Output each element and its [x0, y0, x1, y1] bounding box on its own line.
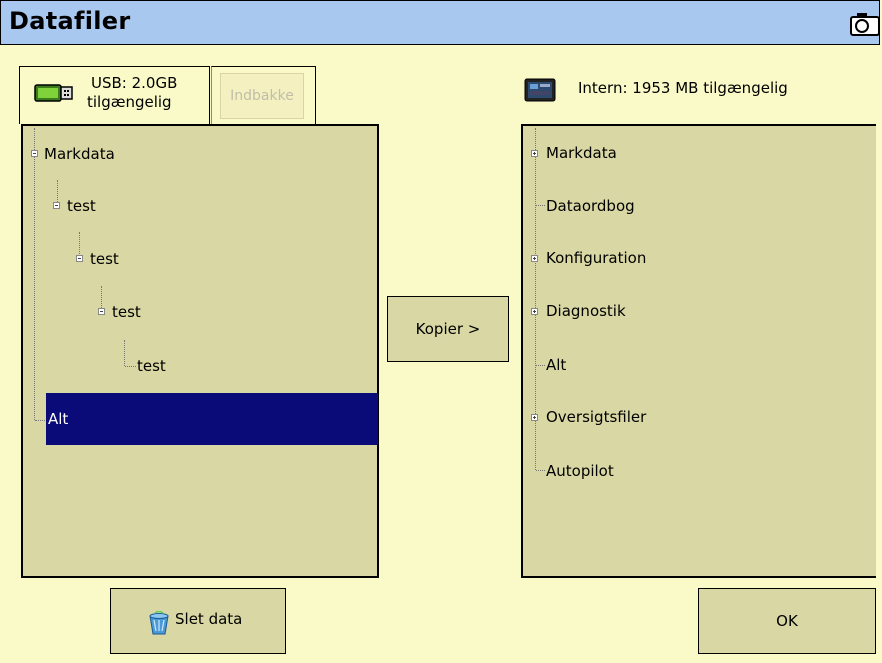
expand-icon[interactable] [531, 414, 538, 421]
delete-data-button[interactable]: Slet data [110, 588, 286, 654]
usb-file-tree[interactable] [21, 124, 379, 578]
expand-icon[interactable] [531, 150, 538, 157]
camera-icon[interactable] [847, 11, 879, 37]
title-bar: Datafiler [0, 0, 880, 45]
intern-storage-label: Intern: 1953 MB tilgængelig [578, 79, 788, 97]
selected-row-highlight[interactable] [46, 393, 378, 445]
tree-connector [536, 205, 545, 206]
tree-connector [34, 128, 35, 420]
tree-item-diagnostik[interactable]: Diagnostik [546, 301, 626, 321]
collapse-icon[interactable] [53, 202, 60, 209]
tree-item-autopilot[interactable]: Autopilot [546, 461, 614, 481]
collapse-icon[interactable] [98, 308, 105, 315]
window-title: Datafiler [9, 7, 131, 35]
internal-file-tree[interactable] [521, 124, 876, 578]
collapse-icon[interactable] [31, 150, 38, 157]
usb-stick-icon [34, 84, 73, 102]
usb-capacity-label: USB: 2.0GB tilgængelig [87, 74, 178, 112]
tree-connector [536, 365, 545, 366]
expand-icon[interactable] [531, 255, 538, 262]
display-unit-icon [524, 78, 556, 102]
trash-icon [149, 611, 169, 635]
tree-connector [124, 340, 125, 366]
copy-button[interactable]: Kopier > [387, 296, 509, 362]
usb-capacity-line1: USB: 2.0GB [91, 74, 178, 92]
tree-connector [35, 420, 45, 421]
tab-inbox-label: Indbakke [220, 73, 304, 119]
tree-connector [101, 286, 102, 310]
tree-connector [125, 366, 136, 367]
tree-item-alt[interactable]: Alt [546, 355, 566, 375]
tree-item-test[interactable]: test [112, 302, 141, 322]
ok-button[interactable]: OK [698, 588, 876, 654]
collapse-icon[interactable] [76, 255, 83, 262]
tree-connector [79, 232, 80, 256]
tree-item-markdata[interactable]: Markdata [546, 143, 617, 163]
tree-item-test[interactable]: test [137, 356, 166, 376]
tree-item-konfiguration[interactable]: Konfiguration [546, 248, 646, 268]
usb-capacity-line2: tilgængelig [87, 93, 172, 111]
tree-connector [57, 180, 58, 204]
tree-item-dataordbog[interactable]: Dataordbog [546, 196, 635, 216]
tree-item-oversigtsfiler[interactable]: Oversigtsfiler [546, 407, 646, 427]
tab-inbox[interactable]: Indbakke [211, 66, 316, 124]
tree-connector [536, 470, 545, 471]
tree-item-markdata[interactable]: Markdata [44, 144, 115, 164]
delete-data-label: Slet data [175, 610, 243, 628]
tab-usb[interactable]: USB: 2.0GB tilgængelig [19, 66, 210, 124]
tree-item-test[interactable]: test [67, 196, 96, 216]
tree-item-alt-selected[interactable]: Alt [48, 409, 68, 429]
expand-icon[interactable] [531, 308, 538, 315]
tree-item-test[interactable]: test [90, 249, 119, 269]
